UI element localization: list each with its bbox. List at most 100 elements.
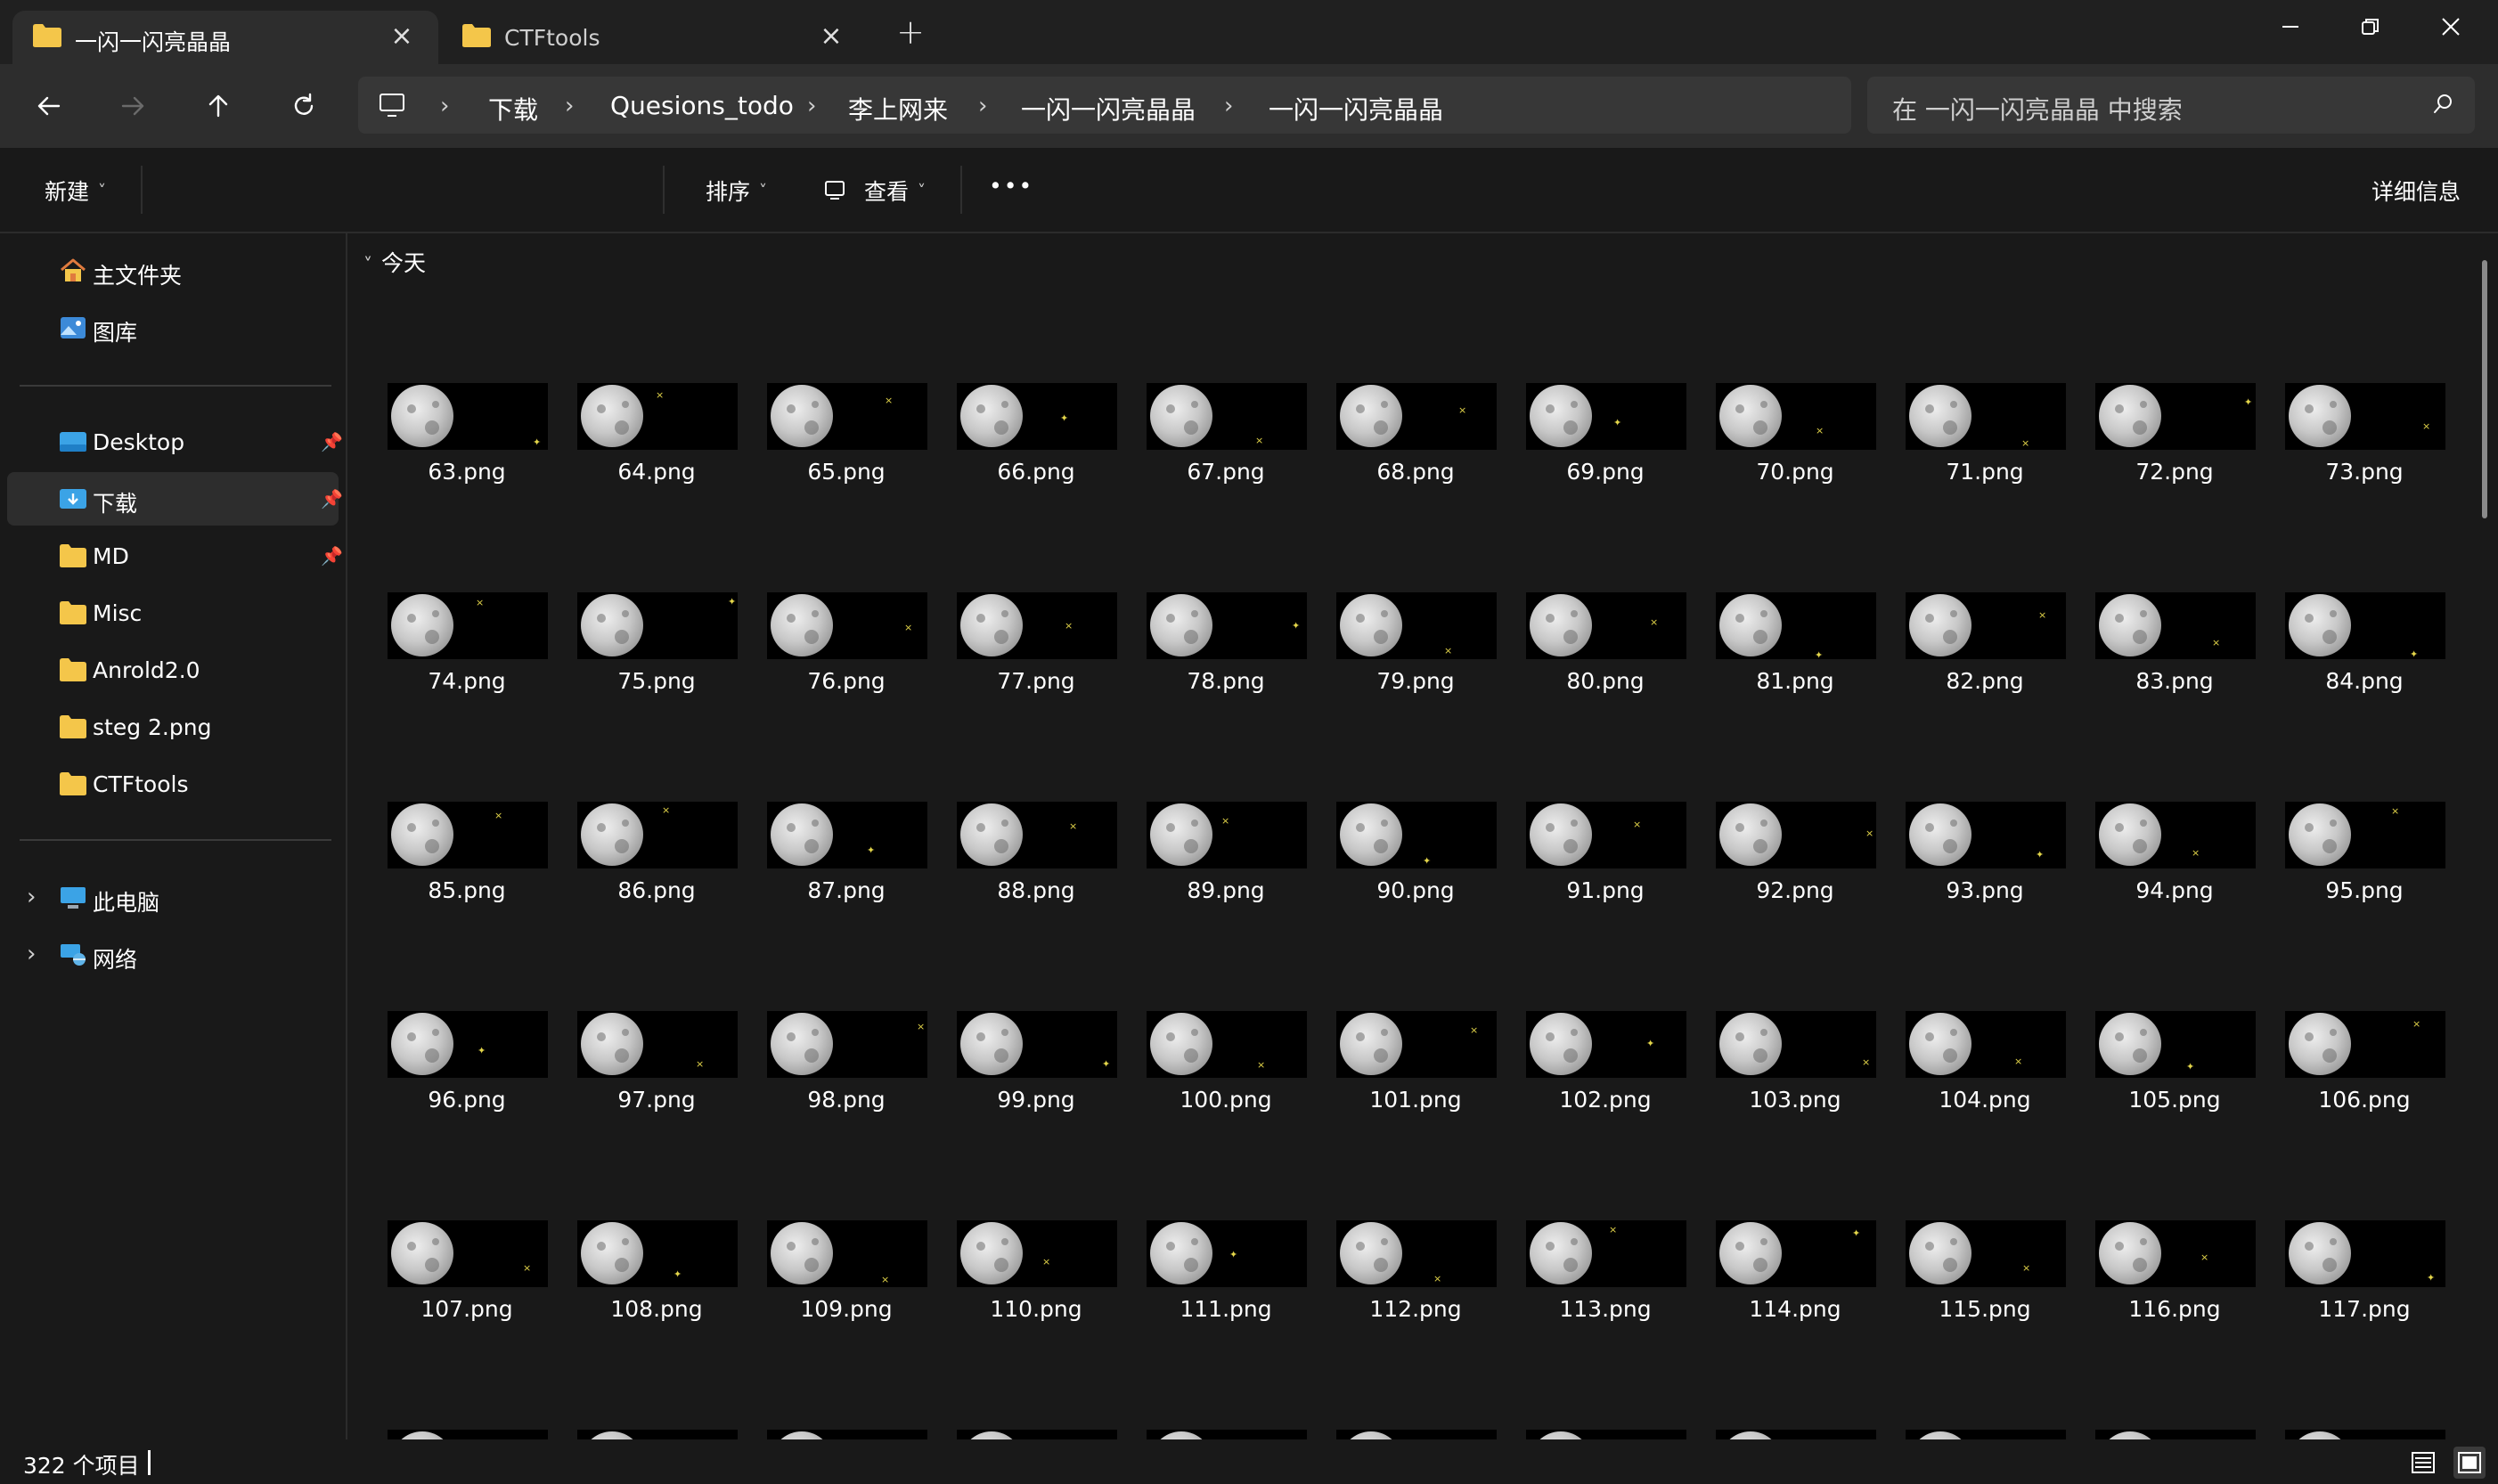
pin-icon[interactable]: 📌 (321, 431, 343, 453)
file-item[interactable]: ✦ 87.png (764, 802, 928, 953)
file-item[interactable]: × 91.png (1523, 802, 1687, 953)
sidebar-item-ctftools[interactable]: CTFtools (7, 757, 339, 811)
close-tab-icon[interactable]: × (818, 23, 845, 50)
forward-button[interactable] (110, 84, 155, 128)
file-thumbnail-partial[interactable] (1906, 1430, 2066, 1439)
pin-icon[interactable]: 📌 (321, 488, 343, 510)
file-item[interactable]: × 116.png (2093, 1220, 2257, 1372)
file-item[interactable]: ✦ 69.png (1523, 383, 1687, 534)
file-item[interactable]: × 94.png (2093, 802, 2257, 953)
file-item[interactable]: × 98.png (764, 1011, 928, 1162)
chevron-right-icon[interactable]: › (27, 884, 36, 910)
file-item[interactable]: × 103.png (1713, 1011, 1877, 1162)
refresh-button[interactable] (282, 84, 326, 128)
sidebar-item-downloads[interactable]: 下载 📌 (7, 472, 343, 526)
file-item[interactable]: × 107.png (385, 1220, 549, 1372)
file-item[interactable]: × 77.png (954, 592, 1118, 744)
file-item[interactable]: ✦ 93.png (1903, 802, 2067, 953)
file-item[interactable]: × 79.png (1334, 592, 1498, 744)
breadcrumb-current[interactable]: 一闪一闪亮晶晶 (1269, 91, 1443, 126)
file-item[interactable]: ✦ 108.png (575, 1220, 739, 1372)
sort-button[interactable]: 排序 (706, 175, 750, 207)
breadcrumb-downloads[interactable]: 下载 (488, 91, 538, 126)
file-list-view[interactable]: ˅ 今天 ✦ 63.png × 64.png × 65.png ✦ 66.png × 67.png ×… (347, 233, 2498, 1439)
breadcrumb-folder[interactable]: 一闪一闪亮晶晶 (1021, 91, 1196, 126)
search-icon[interactable] (2432, 93, 2455, 116)
sidebar-item-desktop[interactable]: Desktop 📌 (7, 415, 343, 469)
sidebar-item-home[interactable]: 主文件夹 (7, 244, 339, 298)
file-thumbnail-partial[interactable] (2095, 1430, 2256, 1439)
file-item[interactable]: × 89.png (1144, 802, 1308, 953)
file-item[interactable]: × 95.png (2282, 802, 2446, 953)
file-thumbnail-partial[interactable] (1526, 1430, 1686, 1439)
file-item[interactable]: × 67.png (1144, 383, 1308, 534)
file-item[interactable]: × 71.png (1903, 383, 2067, 534)
scrollbar-thumb[interactable] (2482, 260, 2487, 518)
file-item[interactable]: × 76.png (764, 592, 928, 744)
new-button[interactable]: 新建 (45, 175, 89, 207)
file-item[interactable]: × 64.png (575, 383, 739, 534)
file-item[interactable]: × 115.png (1903, 1220, 2067, 1372)
file-item[interactable]: × 97.png (575, 1011, 739, 1162)
file-item[interactable]: ✦ 72.png (2093, 383, 2257, 534)
file-thumbnail-partial[interactable] (388, 1430, 548, 1439)
file-item[interactable]: ✦ 114.png (1713, 1220, 1877, 1372)
large-icons-view-button[interactable] (2453, 1447, 2486, 1479)
file-item[interactable]: ✦ 63.png (385, 383, 549, 534)
file-item[interactable]: × 109.png (764, 1220, 928, 1372)
sidebar-item-md[interactable]: MD 📌 (7, 529, 343, 583)
up-button[interactable] (196, 84, 241, 128)
file-item[interactable]: × 113.png (1523, 1220, 1687, 1372)
minimize-button[interactable] (2250, 0, 2331, 53)
file-item[interactable]: ✦ 99.png (954, 1011, 1118, 1162)
file-thumbnail-partial[interactable] (2285, 1430, 2445, 1439)
file-item[interactable]: × 70.png (1713, 383, 1877, 534)
sidebar-item-misc[interactable]: Misc (7, 586, 339, 640)
sidebar-item-this-pc[interactable]: › 此电脑 (7, 871, 339, 925)
file-item[interactable]: × 100.png (1144, 1011, 1308, 1162)
tab-active[interactable]: 一闪一闪亮晶晶 × (12, 11, 438, 64)
file-item[interactable]: × 68.png (1334, 383, 1498, 534)
file-item[interactable]: × 86.png (575, 802, 739, 953)
file-thumbnail-partial[interactable] (577, 1430, 738, 1439)
file-item[interactable]: × 74.png (385, 592, 549, 744)
view-button[interactable]: 查看 (864, 175, 909, 207)
close-window-button[interactable] (2411, 0, 2491, 53)
file-thumbnail-partial[interactable] (957, 1430, 1117, 1439)
file-item[interactable]: ✦ 84.png (2282, 592, 2446, 744)
details-pane-button[interactable]: 详细信息 (2371, 175, 2461, 207)
file-item[interactable]: × 112.png (1334, 1220, 1498, 1372)
file-item[interactable]: × 73.png (2282, 383, 2446, 534)
monitor-icon[interactable] (378, 91, 406, 119)
file-item[interactable]: ✦ 78.png (1144, 592, 1308, 744)
group-header-today[interactable]: ˅ 今天 (363, 246, 426, 278)
sidebar-item-steg[interactable]: steg 2.png (7, 700, 339, 754)
file-item[interactable]: × 85.png (385, 802, 549, 953)
sidebar-item-gallery[interactable]: 图库 (7, 301, 339, 355)
details-view-button[interactable] (2407, 1447, 2439, 1479)
back-button[interactable] (27, 84, 71, 128)
file-thumbnail-partial[interactable] (767, 1430, 927, 1439)
file-item[interactable]: × 104.png (1903, 1011, 2067, 1162)
sidebar-item-network[interactable]: › 网络 (7, 928, 339, 982)
search-box[interactable]: 在 一闪一闪亮晶晶 中搜索 (1867, 77, 2475, 134)
file-item[interactable]: ✦ 105.png (2093, 1011, 2257, 1162)
tab-ctftools[interactable]: CTFtools × (442, 11, 868, 64)
file-item[interactable]: ✦ 96.png (385, 1011, 549, 1162)
file-item[interactable]: ✦ 117.png (2282, 1220, 2446, 1372)
file-item[interactable]: × 92.png (1713, 802, 1877, 953)
file-item[interactable]: × 101.png (1334, 1011, 1498, 1162)
file-thumbnail-partial[interactable] (1147, 1430, 1307, 1439)
new-tab-button[interactable]: + (893, 14, 928, 50)
file-thumbnail-partial[interactable] (1336, 1430, 1497, 1439)
file-item[interactable]: × 83.png (2093, 592, 2257, 744)
file-item[interactable]: ✦ 102.png (1523, 1011, 1687, 1162)
breadcrumb-lishangwanglai[interactable]: 李上网来 (848, 91, 948, 126)
file-item[interactable]: × 80.png (1523, 592, 1687, 744)
file-item[interactable]: ✦ 66.png (954, 383, 1118, 534)
file-item[interactable]: × 110.png (954, 1220, 1118, 1372)
file-item[interactable]: × 65.png (764, 383, 928, 534)
close-tab-icon[interactable]: × (388, 23, 415, 50)
restore-button[interactable] (2331, 0, 2411, 53)
pin-icon[interactable]: 📌 (321, 545, 343, 567)
